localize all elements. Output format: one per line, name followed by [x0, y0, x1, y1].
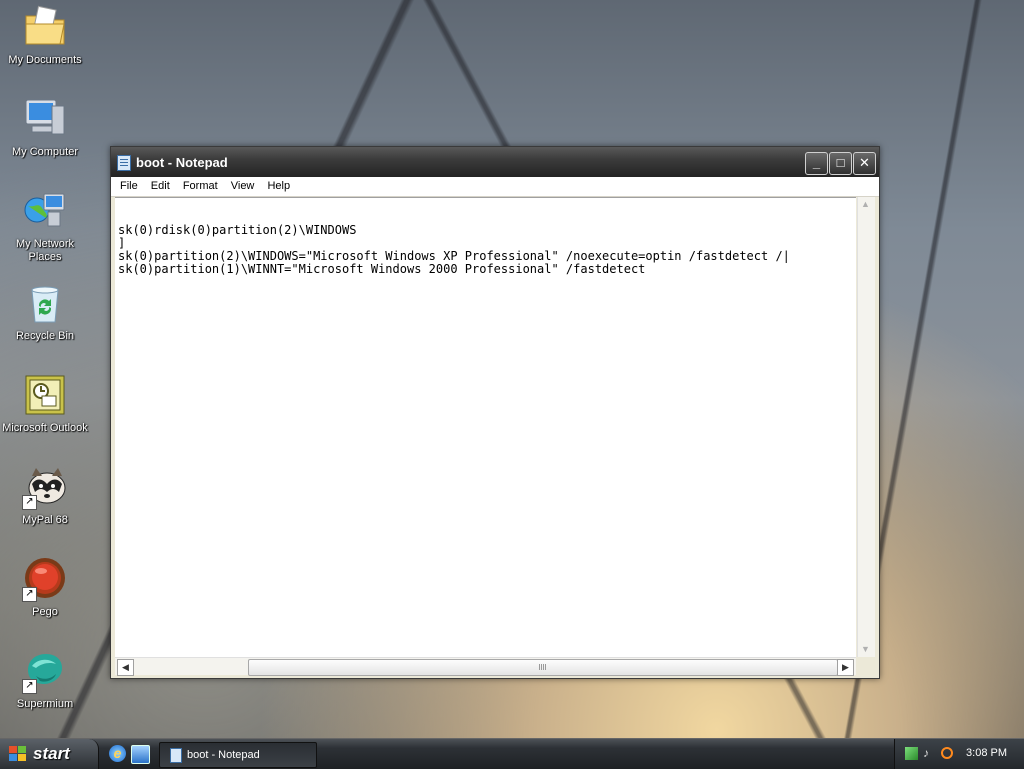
- taskbar-button-notepad[interactable]: boot - Notepad: [159, 742, 317, 768]
- desktop-icon-my-network-places[interactable]: My Network Places: [0, 188, 90, 264]
- window-title: boot - Notepad: [136, 155, 228, 170]
- show-desktop-icon[interactable]: [131, 745, 150, 764]
- title-bar[interactable]: boot - Notepad _ □ ✕: [111, 147, 879, 177]
- notepad-icon: [170, 748, 182, 763]
- taskbar-button-label: boot - Notepad: [187, 749, 260, 761]
- maximize-button[interactable]: □: [829, 152, 852, 175]
- desktop-icon-label: My Network Places: [15, 238, 75, 263]
- internet-explorer-icon[interactable]: e: [109, 745, 126, 762]
- windows-logo-icon: [9, 746, 27, 762]
- network-places-icon: [22, 188, 68, 234]
- menu-edit[interactable]: Edit: [146, 177, 175, 195]
- menu-format[interactable]: Format: [178, 177, 223, 195]
- computer-icon: [22, 96, 68, 142]
- scroll-left-icon[interactable]: ◀: [117, 659, 134, 676]
- vertical-scrollbar[interactable]: ▲ ▼: [857, 197, 875, 657]
- start-label: start: [33, 744, 70, 763]
- menu-view[interactable]: View: [226, 177, 260, 195]
- pego-icon: ↗: [22, 556, 68, 602]
- desktop-icon-my-computer[interactable]: My Computer: [0, 96, 90, 159]
- notepad-window[interactable]: boot - Notepad _ □ ✕ File Edit Format Vi…: [110, 146, 880, 679]
- desktop-icon-mypal[interactable]: ↗ MyPal 68: [0, 464, 90, 527]
- desktop-icon-label: Pego: [32, 606, 58, 618]
- shortcut-arrow-icon: ↗: [22, 679, 37, 694]
- notepad-icon: [117, 155, 131, 171]
- mypal-icon: ↗: [22, 464, 68, 510]
- desktop-icon-label: My Documents: [8, 54, 82, 66]
- desktop-icon-label: MyPal 68: [22, 514, 68, 526]
- shortcut-arrow-icon: ↗: [22, 495, 37, 510]
- network-icon[interactable]: [905, 747, 918, 760]
- desktop-icon-label: Microsoft Outlook: [2, 422, 88, 434]
- desktop-icon-label: My Computer: [11, 146, 79, 158]
- desktop-icon-pego[interactable]: ↗ Pego: [0, 556, 90, 619]
- taskbar: start e boot - Notepad ♪ 3:08 PM: [0, 738, 1024, 769]
- scroll-down-icon[interactable]: ▼: [858, 642, 873, 657]
- shortcut-arrow-icon: ↗: [22, 587, 37, 602]
- folder-documents-icon: [22, 4, 68, 50]
- size-grip[interactable]: [858, 657, 875, 674]
- minimize-button[interactable]: _: [805, 152, 828, 175]
- editor-content[interactable]: sk(0)rdisk(0)partition(2)\WINDOWS ] sk(0…: [115, 198, 856, 276]
- system-tray: ♪ 3:08 PM: [894, 739, 1024, 769]
- clock[interactable]: 3:08 PM: [966, 747, 1007, 759]
- menu-bar: File Edit Format View Help: [111, 177, 879, 197]
- grip-icon: [539, 664, 547, 670]
- text-editor[interactable]: sk(0)rdisk(0)partition(2)\WINDOWS ] sk(0…: [115, 197, 856, 658]
- start-button[interactable]: start: [0, 739, 99, 769]
- scroll-right-icon[interactable]: ▶: [837, 659, 854, 676]
- scroll-up-icon[interactable]: ▲: [858, 197, 873, 212]
- scroll-thumb[interactable]: [248, 659, 838, 676]
- desktop-icon-label: Supermium: [16, 698, 74, 710]
- horizontal-scrollbar[interactable]: ◀ ▶: [115, 657, 856, 676]
- recycle-bin-icon: [22, 280, 68, 326]
- supermium-icon: ↗: [22, 648, 68, 694]
- close-button[interactable]: ✕: [853, 152, 876, 175]
- menu-file[interactable]: File: [115, 177, 143, 195]
- outlook-icon: [22, 372, 68, 418]
- volume-icon[interactable]: ♪: [923, 747, 936, 760]
- desktop-icon-microsoft-outlook[interactable]: Microsoft Outlook: [0, 372, 90, 435]
- desktop-icon-supermium[interactable]: ↗ Supermium: [0, 648, 90, 711]
- desktop-icon-recycle-bin[interactable]: Recycle Bin: [0, 280, 90, 343]
- desktop-icon-my-documents[interactable]: My Documents: [0, 4, 90, 67]
- search-icon[interactable]: [941, 747, 953, 759]
- desktop-icon-label: Recycle Bin: [15, 330, 75, 342]
- menu-help[interactable]: Help: [262, 177, 295, 195]
